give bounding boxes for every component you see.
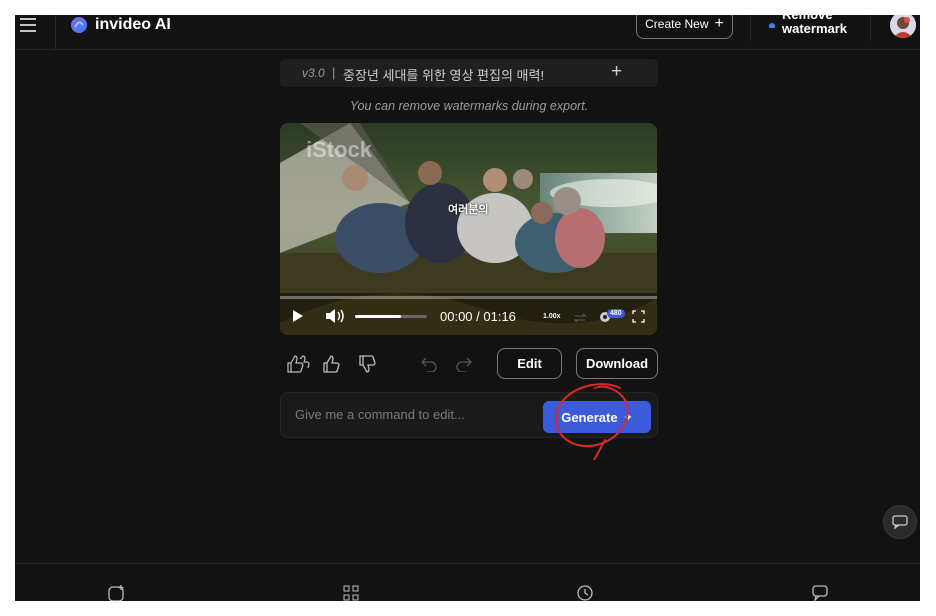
create-new-label: Create New bbox=[645, 17, 709, 31]
love-icon[interactable] bbox=[286, 354, 310, 379]
thumbs-down-icon[interactable] bbox=[358, 354, 378, 379]
download-button-label: Download bbox=[585, 356, 649, 371]
volume-slider-fill bbox=[355, 315, 402, 318]
menu-icon[interactable] bbox=[19, 17, 37, 33]
fullscreen-icon[interactable] bbox=[632, 310, 645, 328]
version-separator: | bbox=[332, 65, 336, 80]
version-label: v3.0 bbox=[302, 66, 325, 80]
video-title: 중장년 세대를 위한 영상 편집의 매력! bbox=[343, 68, 545, 83]
header-divider bbox=[55, 15, 56, 49]
bottom-nav bbox=[15, 563, 920, 601]
play-icon[interactable] bbox=[292, 309, 304, 328]
progress-track[interactable] bbox=[280, 296, 657, 299]
app-window: invideo AI Create New + Remove watermark… bbox=[15, 15, 920, 601]
volume-icon[interactable] bbox=[325, 309, 345, 328]
chat-icon bbox=[892, 515, 908, 529]
top-header: invideo AI Create New + Remove watermark bbox=[15, 15, 920, 50]
command-input[interactable]: Give me a command to edit... bbox=[295, 407, 465, 422]
app-name[interactable]: invideo AI bbox=[95, 15, 171, 35]
add-version-icon[interactable]: + bbox=[611, 61, 622, 83]
time-display: 00:00 / 01:16 bbox=[440, 309, 516, 324]
annotation-circle bbox=[555, 383, 629, 460]
remove-watermark-button[interactable]: Remove watermark bbox=[767, 15, 867, 39]
redo-icon[interactable] bbox=[455, 356, 473, 377]
version-bar[interactable]: v3.0 | 중장년 세대를 위한 영상 편집의 매력! + bbox=[280, 59, 658, 87]
nav-new-video-icon[interactable] bbox=[107, 584, 127, 601]
plus-icon: + bbox=[714, 15, 724, 32]
watermark-notice: You can remove watermarks during export. bbox=[349, 99, 589, 113]
avatar[interactable] bbox=[890, 15, 916, 38]
quality-badge: 480 bbox=[607, 309, 625, 318]
chat-button[interactable] bbox=[883, 505, 917, 539]
download-button[interactable]: Download bbox=[576, 348, 658, 379]
edit-button-label: Edit bbox=[517, 356, 542, 371]
video-caption: 여러분의 bbox=[448, 204, 489, 216]
volume-slider[interactable] bbox=[355, 315, 427, 318]
nav-library-icon[interactable] bbox=[343, 585, 359, 601]
playback-speed[interactable]: 1.00x bbox=[543, 313, 561, 320]
logo-icon bbox=[70, 16, 88, 34]
video-player[interactable]: iStock 여러분의 00:00 / 01:16 1.00x 480 bbox=[280, 123, 657, 335]
thumbs-up-icon[interactable] bbox=[322, 354, 342, 379]
undo-icon[interactable] bbox=[420, 356, 438, 377]
remove-watermark-icon bbox=[769, 23, 775, 28]
remove-watermark-label-2: watermark bbox=[782, 21, 848, 36]
nav-history-icon[interactable] bbox=[577, 585, 593, 601]
header-divider-3 bbox=[870, 15, 871, 41]
header-divider-2 bbox=[750, 15, 751, 41]
edit-button[interactable]: Edit bbox=[497, 348, 562, 379]
create-new-button[interactable]: Create New + bbox=[636, 15, 733, 39]
nav-chat-icon[interactable] bbox=[812, 585, 828, 601]
loop-icon[interactable] bbox=[573, 311, 587, 329]
istock-watermark: iStock bbox=[306, 137, 373, 162]
